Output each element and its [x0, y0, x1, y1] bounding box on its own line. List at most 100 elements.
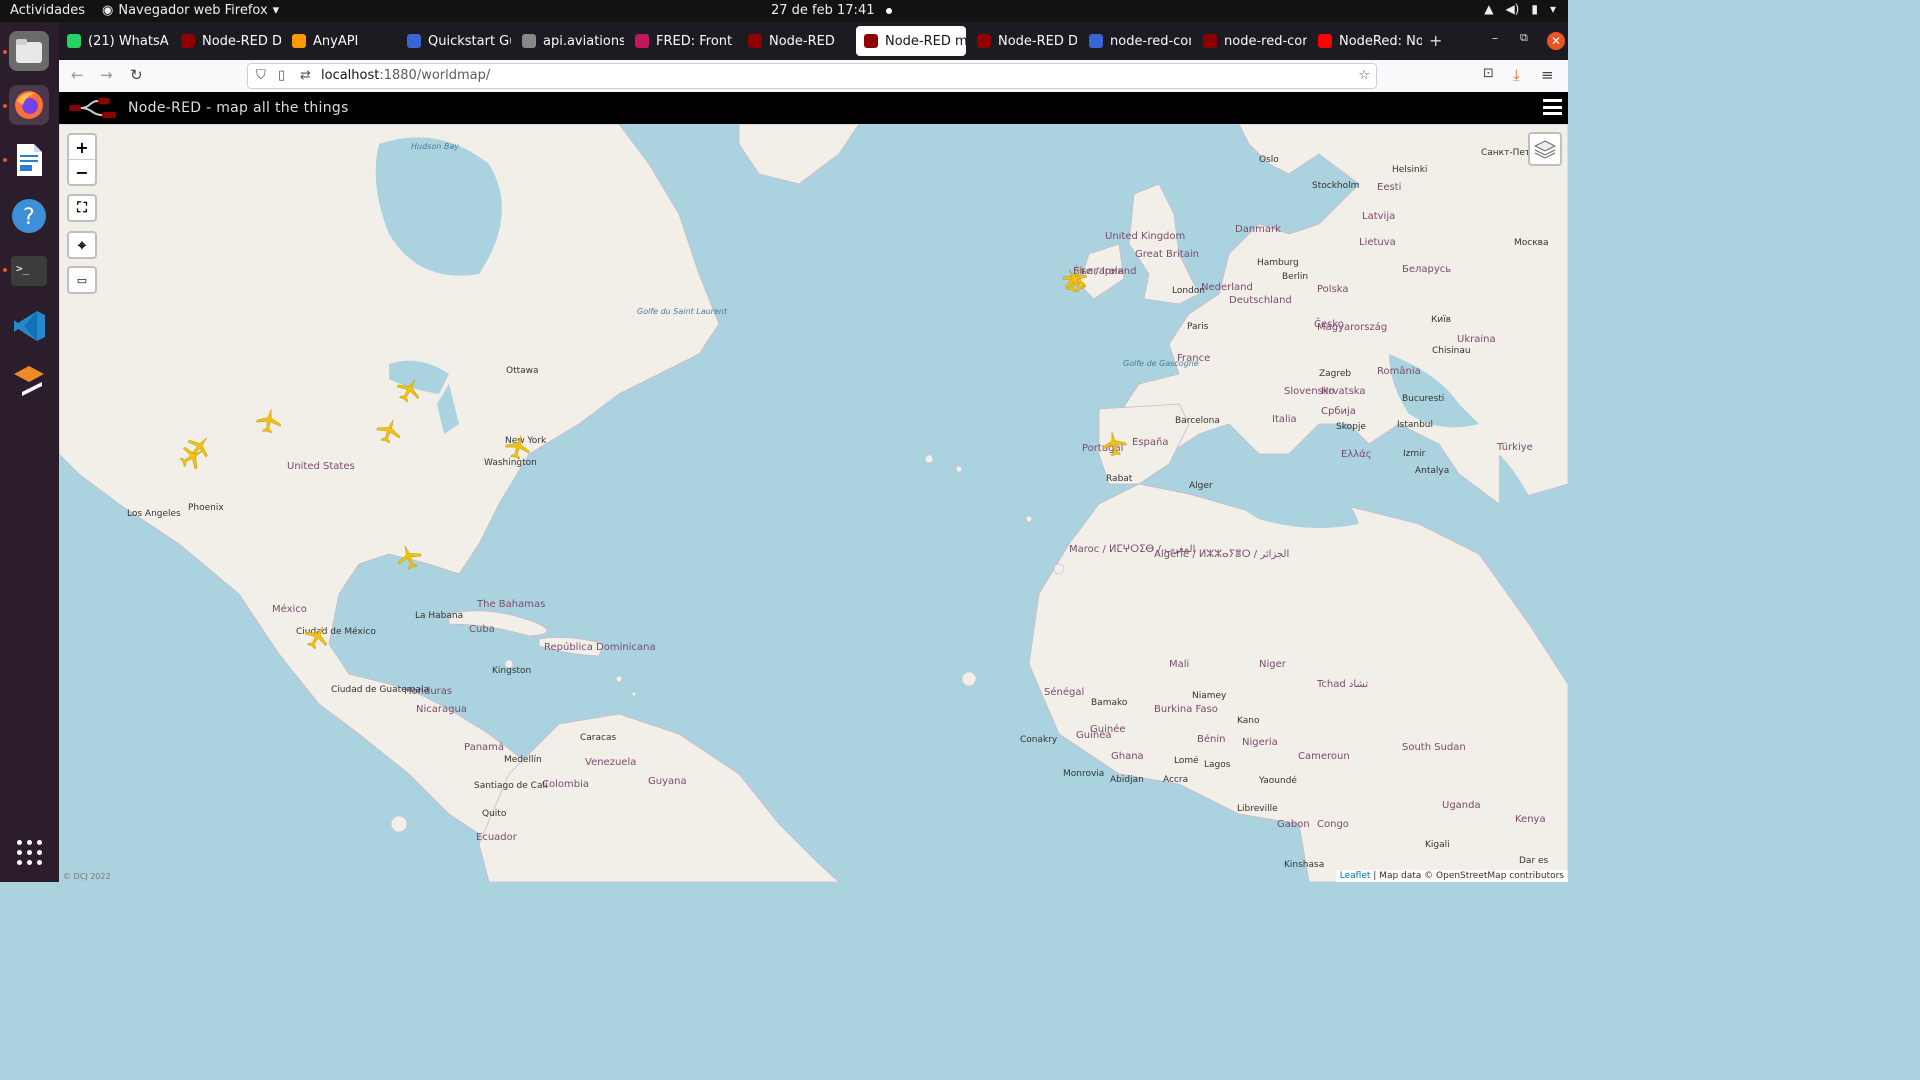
city-label: Lagos [1204, 760, 1231, 770]
layers-button[interactable] [1528, 132, 1562, 166]
browser-tab[interactable]: (21) WhatsApp [59, 26, 169, 56]
country-label: Hrvatska [1321, 386, 1366, 397]
country-label: Ecuador [476, 832, 517, 843]
browser-tab[interactable]: Node-RED Das [969, 26, 1077, 56]
tab-favicon-icon [1089, 34, 1103, 48]
tab-favicon-icon [292, 34, 306, 48]
firefox-icon[interactable] [9, 85, 49, 125]
app-menu-label: Navegador web Firefox [118, 3, 268, 18]
close-window-icon[interactable]: ✕ [1547, 32, 1565, 50]
browser-tab[interactable]: NodeRed: Noc [1310, 26, 1422, 56]
browser-tab[interactable]: Quickstart Gu [399, 26, 511, 56]
city-label: Oslo [1259, 155, 1279, 165]
city-label: Yaoundé [1259, 776, 1297, 786]
tab-label: FRED: Front E [656, 33, 737, 49]
city-label: Bucuresti [1402, 394, 1445, 404]
region-label: The Bahamas [477, 599, 546, 610]
zoom-in-button[interactable]: + [69, 135, 95, 159]
country-label: Ukraina [1457, 334, 1496, 345]
aircraft-marker-icon[interactable] [254, 406, 284, 436]
tab-favicon-icon [748, 34, 762, 48]
country-label: Türkiye [1497, 442, 1533, 453]
aircraft-marker-icon[interactable] [1099, 429, 1129, 459]
url-path: :1880/worldmap/ [379, 68, 491, 83]
url-bar[interactable]: ⛉ ▯ ⇄ localhost:1880/worldmap/ ☆ [247, 63, 1377, 89]
minimize-icon[interactable]: – [1492, 31, 1498, 45]
city-label: Phoenix [188, 503, 224, 513]
show-apps-icon[interactable] [17, 840, 43, 866]
country-label: Nederland [1201, 282, 1253, 293]
country-label: Tchad تشاد [1317, 679, 1369, 690]
tab-favicon-icon [67, 34, 81, 48]
page-info-icon[interactable]: ▯ [278, 68, 285, 83]
browser-tab[interactable]: Node-RED Das [173, 26, 281, 56]
world-map[interactable]: United States México United Kingdom Éire / … [59, 124, 1568, 882]
browser-tab[interactable]: node-red-cont [1195, 26, 1307, 56]
country-label: Mali [1169, 659, 1190, 670]
tab-label: Node-RED Das [202, 33, 281, 49]
help-icon[interactable]: ? [9, 196, 49, 236]
browser-tab[interactable]: Node-RED m✕ [856, 26, 966, 56]
app-installer-icon[interactable] [9, 362, 49, 402]
tab-label: NodeRed: Noc [1339, 33, 1422, 49]
chevron-down-icon: ▾ [1549, 2, 1556, 16]
downloads-icon[interactable]: ⤓ [1513, 66, 1520, 84]
tab-favicon-icon [864, 34, 878, 48]
city-label: Lomé [1174, 756, 1199, 766]
app-menu[interactable]: ◉ Navegador web Firefox ▾ [102, 3, 279, 18]
bookmark-star-icon[interactable]: ☆ [1358, 68, 1370, 83]
browser-tab[interactable]: api.aviationstack [514, 26, 624, 56]
sea-label: Golfe de Gascogne [1123, 359, 1199, 368]
shield-icon[interactable]: ⛉ [256, 68, 266, 83]
browser-tab[interactable]: AnyAPI [284, 26, 394, 56]
hamburger-menu-icon[interactable]: ≡ [1541, 66, 1554, 84]
wifi-icon: ▲ [1484, 2, 1494, 16]
pocket-icon[interactable]: ⊡ [1483, 66, 1494, 81]
country-label: Nicaragua [416, 704, 467, 715]
browser-tab[interactable]: Node-RED [740, 26, 852, 56]
country-label: Burkina Faso [1154, 704, 1218, 715]
tab-favicon-icon [635, 34, 649, 48]
country-label: Latvija [1362, 211, 1396, 222]
battery-icon: ▮ [1531, 2, 1538, 16]
country-label: United Kingdom [1105, 231, 1186, 242]
browser-tab[interactable]: node-red-cont [1081, 26, 1191, 56]
tab-label: Quickstart Gu [428, 33, 511, 49]
city-label: Caracas [580, 733, 617, 743]
menu-icon[interactable] [1543, 99, 1562, 115]
city-label: Kingston [492, 666, 532, 676]
city-label: Abidjan [1110, 775, 1144, 785]
leaflet-link[interactable]: Leaflet [1340, 871, 1371, 881]
zoom-out-button[interactable]: − [69, 159, 95, 184]
files-icon[interactable] [9, 31, 49, 71]
running-indicator-icon [3, 104, 7, 108]
crosshair-icon[interactable]: ⌖ [69, 233, 95, 257]
city-label: Berlin [1282, 272, 1309, 282]
city-label: Accra [1163, 775, 1189, 785]
city-label: Los Angeles [127, 509, 181, 519]
ruler-icon[interactable]: ▭ [69, 268, 95, 292]
vscode-icon[interactable] [9, 306, 49, 346]
city-label: Paris [1187, 322, 1209, 332]
city-label: Rabat [1106, 474, 1133, 484]
forward-icon[interactable]: → [100, 66, 113, 84]
tab-label: node-red-cont [1110, 33, 1191, 49]
city-label: London [1172, 286, 1205, 296]
country-label: Ghana [1111, 751, 1144, 762]
fullscreen-icon[interactable]: ⛶ [69, 196, 95, 220]
country-label: Polska [1317, 284, 1349, 295]
reload-icon[interactable]: ↻ [130, 66, 143, 84]
activities-button[interactable]: Actividades [10, 3, 85, 18]
browser-tab[interactable]: FRED: Front E [627, 26, 737, 56]
restore-icon[interactable]: ⧉ [1520, 31, 1528, 45]
permissions-icon[interactable]: ⇄ [300, 68, 311, 83]
terminal-icon[interactable]: >_ [9, 251, 49, 291]
clock[interactable]: 27 de feb 17:41 [771, 3, 893, 18]
city-label: Quito [482, 809, 507, 819]
writer-document-icon[interactable] [9, 140, 49, 180]
back-icon[interactable]: ← [71, 66, 84, 84]
tab-favicon-icon [977, 34, 991, 48]
city-label: Kinshasa [1284, 860, 1325, 870]
system-tray[interactable]: ▲ ◀) ▮ ▾ [1484, 2, 1556, 16]
new-tab-icon[interactable]: + [1429, 31, 1442, 50]
